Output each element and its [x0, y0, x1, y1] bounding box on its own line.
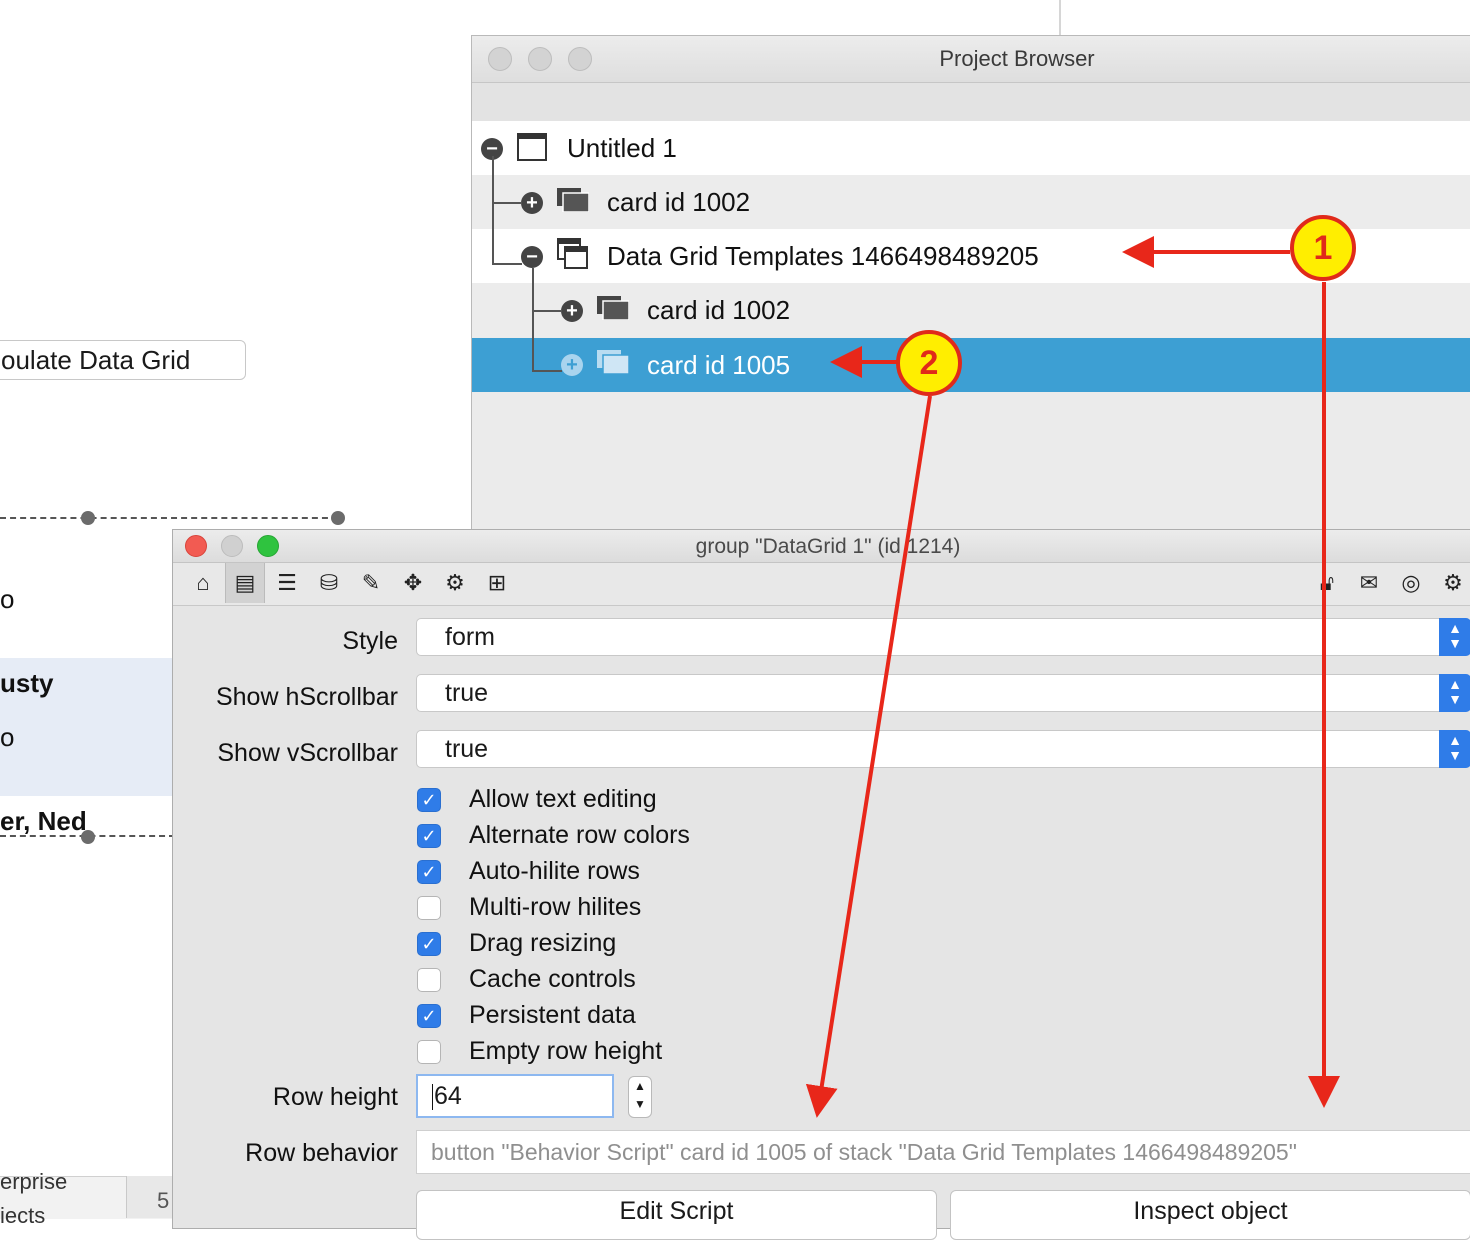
resize-handle[interactable]	[81, 511, 95, 525]
tree-label: card id 1002	[647, 295, 791, 325]
tree-label: card id 1005	[647, 350, 791, 380]
pencil-icon[interactable]: ✎	[351, 563, 391, 603]
hscrollbar-value: true	[445, 679, 489, 707]
window-title: group "DataGrid 1" (id 1214)	[695, 535, 961, 558]
hscrollbar-label: Show hScrollbar	[215, 683, 398, 711]
grid-cell: o	[0, 722, 15, 752]
checkbox-label: Allow text editing	[469, 785, 657, 813]
persistent-data-checkbox[interactable]: ✓	[417, 1004, 441, 1028]
row-height-value: 64	[434, 1082, 462, 1110]
footer-text: erprise	[0, 1169, 68, 1194]
tree-empty-area	[472, 392, 1470, 536]
card-icon	[557, 188, 589, 212]
basic-properties-icon[interactable]: ▤	[225, 563, 265, 603]
geometry-icon[interactable]: ⊞	[477, 563, 517, 603]
grid-cell: usty	[0, 668, 54, 698]
chevron-updown-icon[interactable]: ▲ ▼	[1439, 730, 1470, 768]
expand-icon[interactable]: +	[561, 354, 583, 376]
multi-row-hilites-checkbox[interactable]	[417, 896, 441, 920]
tree-label: Data Grid Templates 1466498489205	[607, 241, 1039, 271]
tree-connector	[532, 370, 562, 372]
row-behavior-label: Row behavior	[245, 1139, 398, 1167]
grid-cell: o	[0, 584, 15, 614]
tree-connector	[532, 310, 562, 312]
grid-footer-cell: 5	[126, 1176, 177, 1218]
expand-icon[interactable]: +	[561, 300, 583, 322]
home-icon[interactable]: ⌂	[183, 563, 223, 603]
title-bar[interactable]: Project Browser	[472, 36, 1470, 83]
lock-icon[interactable]: 🔓︎	[1307, 563, 1347, 603]
substack-window-icon	[557, 238, 588, 269]
populate-data-grid-button[interactable]: oulate Data Grid	[0, 340, 246, 380]
expand-icon[interactable]: +	[521, 192, 543, 214]
row-behavior-field[interactable]: button "Behavior Script" card id 1005 of…	[416, 1130, 1470, 1174]
tree-connector	[532, 268, 534, 372]
chevron-updown-icon[interactable]: ▲ ▼	[1439, 618, 1470, 656]
checkbox-label: Multi-row hilites	[469, 893, 642, 921]
row-height-input[interactable]: 64	[416, 1074, 614, 1118]
edit-script-button[interactable]: Edit Script	[416, 1190, 937, 1240]
footer-number: 5	[157, 1188, 170, 1213]
window-edge	[1059, 0, 1061, 36]
inspector-toolbar: ⌂ ▤ ☰ ⛁ ✎ ✥ ⚙ ⊞ 🔓︎ ✉ ◎ ⚙	[173, 563, 1470, 606]
vscrollbar-value: true	[445, 735, 489, 763]
stack-window-icon	[517, 133, 547, 161]
style-label: Style	[342, 627, 398, 655]
gear-icon[interactable]: ⚙	[1433, 563, 1470, 603]
property-inspector-window: group "DataGrid 1" (id 1214) ⌂ ▤ ☰ ⛁ ✎ ✥…	[172, 529, 1470, 1240]
checkbox-label: Empty row height	[469, 1037, 663, 1065]
database-icon[interactable]: ⛁	[309, 563, 349, 603]
alternate-row-colors-checkbox[interactable]: ✓	[417, 824, 441, 848]
auto-hilite-rows-checkbox[interactable]: ✓	[417, 860, 441, 884]
message-icon[interactable]: ✉	[1349, 563, 1389, 603]
gears-icon[interactable]: ⚙	[435, 563, 475, 603]
footer-text: iects	[0, 1203, 46, 1228]
tree-row-stack[interactable]: − Untitled 1	[472, 121, 1470, 175]
style-select[interactable]: form ▲ ▼	[416, 618, 1470, 656]
vscrollbar-select[interactable]: true ▲ ▼	[416, 730, 1470, 768]
resize-handle[interactable]	[331, 511, 345, 525]
selection-border-top	[0, 517, 338, 519]
row-height-stepper[interactable]: ▲ ▼	[628, 1076, 652, 1118]
vscrollbar-label: Show vScrollbar	[217, 739, 398, 767]
window-title: Project Browser	[939, 46, 1095, 71]
tree-connector	[492, 202, 522, 204]
chevron-updown-icon[interactable]: ▲ ▼	[1439, 674, 1470, 712]
hscrollbar-select[interactable]: true ▲ ▼	[416, 674, 1470, 712]
project-browser-window: Project Browser − Untitled 1 + card id 1…	[471, 35, 1470, 536]
checkbox-label: Persistent data	[469, 1001, 636, 1029]
inspect-object-button[interactable]: Inspect object	[950, 1190, 1470, 1240]
tree-row-card[interactable]: + card id 1002	[472, 283, 1470, 337]
row-height-label: Row height	[272, 1083, 398, 1111]
tree-connector	[492, 263, 522, 265]
toolbar	[472, 83, 1470, 124]
drag-resizing-checkbox[interactable]: ✓	[417, 932, 441, 956]
tree-row-card-selected[interactable]: + card id 1005	[472, 338, 1470, 392]
tree-connector	[492, 156, 494, 264]
card-icon	[597, 296, 629, 320]
checkbox-label: Drag resizing	[469, 929, 617, 957]
text-cursor	[432, 1084, 433, 1111]
title-bar[interactable]: group "DataGrid 1" (id 1214)	[173, 530, 1470, 563]
grid-cell: er, Ned	[0, 806, 87, 836]
callout-2: 2	[896, 330, 962, 396]
move-icon[interactable]: ✥	[393, 563, 433, 603]
checkbox-label: Cache controls	[469, 965, 636, 993]
tree-label: card id 1002	[607, 187, 751, 217]
tree-label: Untitled 1	[567, 133, 677, 163]
card-icon	[597, 350, 629, 374]
collapse-icon[interactable]: −	[521, 246, 543, 268]
cache-controls-checkbox[interactable]	[417, 968, 441, 992]
empty-row-height-checkbox[interactable]	[417, 1040, 441, 1064]
target-icon[interactable]: ◎	[1391, 563, 1431, 603]
list-icon[interactable]: ☰	[267, 563, 307, 603]
style-value: form	[445, 623, 495, 651]
checkbox-label: Alternate row colors	[469, 821, 690, 849]
checkbox-label: Auto-hilite rows	[469, 857, 640, 885]
callout-1: 1	[1290, 215, 1356, 281]
allow-text-editing-checkbox[interactable]: ✓	[417, 788, 441, 812]
